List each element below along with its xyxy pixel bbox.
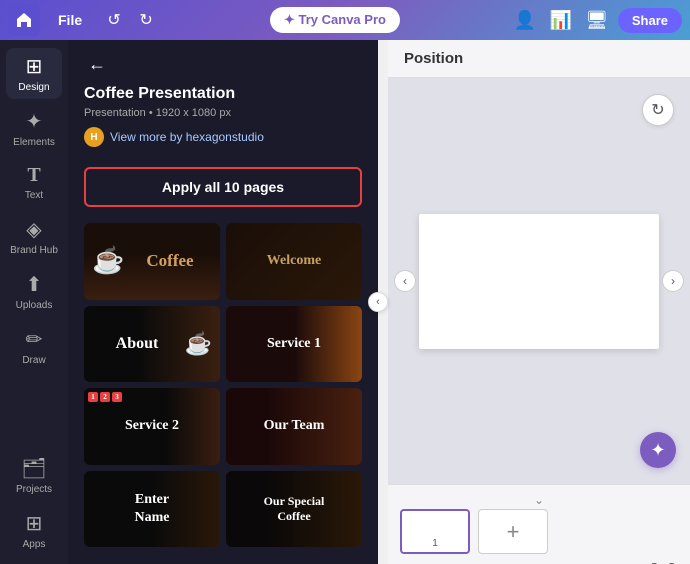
apps-icon: ⊞ [26,511,43,536]
elements-icon: ✦ [26,109,43,134]
template-thumb-ourteam[interactable]: Our Team [226,388,362,465]
panel-collapse-button[interactable]: ‹ [368,292,388,312]
template-grid: Coffee Welcome About ☕ Service 1 [84,223,362,547]
topbar-right: 👤 📊 🖥 Share [510,5,682,35]
grid-view-button[interactable]: ⊞ [619,558,636,564]
chevron-down-icon[interactable]: ⌄ [534,493,544,507]
sidebar-item-apps[interactable]: ⊞ Apps [6,505,62,556]
topbar-actions: ↺ ↻ [100,6,160,34]
panel-title: Coffee Presentation [84,85,362,103]
canvas-left-button[interactable]: ‹ [394,270,416,292]
template-thumb-welcome[interactable]: Welcome [226,223,362,300]
undo-button[interactable]: ↺ [100,6,128,34]
design-icon: ⊞ [26,54,43,79]
template-thumb-service1[interactable]: Service 1 [226,306,362,383]
home-button[interactable] [8,4,40,36]
refresh-button[interactable]: ↻ [642,94,674,126]
sidebar-item-label: Design [18,82,49,93]
apply-all-button[interactable]: Apply all 10 pages [84,167,362,207]
main-content: ⊞ Design ✦ Elements T Text ◈ Brand Hub ⬆… [0,40,690,564]
template-thumb-about[interactable]: About ☕ [84,306,220,383]
author-row: H View more by hexagonstudio [84,127,362,147]
text-icon: T [27,164,40,187]
sidebar-item-design[interactable]: ⊞ Design [6,48,62,99]
back-button[interactable]: ← [84,52,110,77]
author-link[interactable]: View more by hexagonstudio [110,130,264,144]
projects-icon: 🗂 [21,456,46,481]
template-thumb-service2[interactable]: 1 2 3 Service 2 [84,388,220,465]
sidebar-item-label: Brand Hub [10,245,58,256]
sidebar-item-draw[interactable]: ✏ Draw [6,321,62,372]
sidebar-item-uploads[interactable]: ⬆ Uploads [6,266,62,317]
sidebar-item-brand[interactable]: ◈ Brand Hub [6,211,62,262]
file-menu[interactable]: File [48,8,92,32]
panel-header: ← [68,40,378,85]
template-thumb-coffee[interactable]: Coffee [84,223,220,300]
sidebar-item-label: Apps [23,539,46,550]
add-page-button[interactable]: + [478,509,548,554]
author-avatar: H [84,127,104,147]
template-thumb-enter[interactable]: EnterName [84,471,220,548]
template-panel: ← Coffee Presentation Presentation • 192… [68,40,378,564]
redo-button[interactable]: ↻ [132,6,160,34]
panel-info: Coffee Presentation Presentation • 1920 … [68,85,378,159]
panel-meta: Presentation • 1920 x 1080 px [84,107,362,119]
sidebar-item-label: Text [25,190,43,201]
apply-button-wrap: Apply all 10 pages [68,159,378,219]
canvas-page [419,214,659,349]
sidebar-item-label: Elements [13,137,55,148]
sidebar-item-label: Uploads [16,300,53,311]
fullscreen-button[interactable]: ⤢ [642,559,659,564]
page-thumbnail-1[interactable]: 1 [400,509,470,554]
analytics-button[interactable]: 📊 [546,5,576,35]
position-header: Position [388,40,690,78]
topbar-center: ✦ Try Canva Pro [168,7,502,33]
chevron-down-wrap: ⌄ [400,491,678,509]
sidebar-item-elements[interactable]: ✦ Elements [6,103,62,154]
try-pro-button[interactable]: ✦ Try Canva Pro [270,7,400,33]
brand-icon: ◈ [26,217,41,242]
sidebar-item-projects[interactable]: 🗂 Projects [6,450,62,501]
sidebar-item-label: Projects [16,484,52,495]
canvas-viewport: ↻ ✦ ‹ › [388,78,690,484]
draw-icon: ✏ [26,327,43,352]
canvas-area: Position ↻ ✦ ‹ › ⌄ 1 + Page 1 / 1 12% [388,40,690,564]
help-button[interactable]: ? [665,559,678,564]
template-scroll[interactable]: Coffee Welcome About ☕ Service 1 [68,219,378,564]
magic-button[interactable]: ✦ [640,432,676,468]
template-thumb-special[interactable]: Our SpecialCoffee [226,471,362,548]
sidebar-item-label: Draw [22,355,45,366]
people-button[interactable]: 👤 [510,5,540,35]
canvas-right-button[interactable]: › [662,270,684,292]
bottom-right-buttons: ⊞ ⤢ ? [619,558,678,564]
uploads-icon: ⬆ [26,272,43,297]
bottom-bar: ⌄ 1 + Page 1 / 1 12% ⊞ ⤢ ? [388,484,690,564]
present-button[interactable]: 🖥 [582,5,612,35]
page-number-label: 1 [432,538,438,549]
bottom-controls: Page 1 / 1 12% ⊞ ⤢ ? [400,554,678,564]
topbar: File ↺ ↻ ✦ Try Canva Pro 👤 📊 🖥 Share [0,0,690,40]
sidebar-item-text[interactable]: T Text [6,158,62,207]
share-button[interactable]: Share [618,8,682,33]
sidebar: ⊞ Design ✦ Elements T Text ◈ Brand Hub ⬆… [0,40,68,564]
pages-row: 1 + [400,509,678,554]
